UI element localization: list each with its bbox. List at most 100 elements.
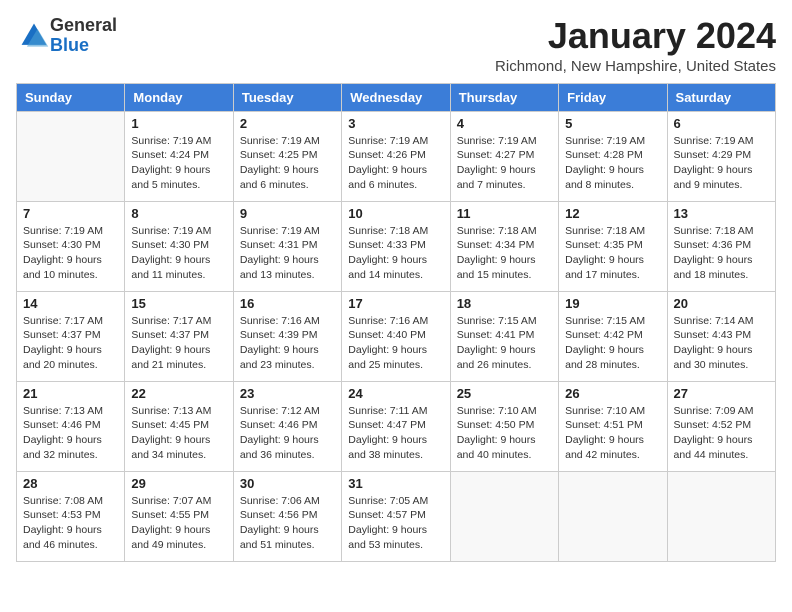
calendar-week-row: 7 Sunrise: 7:19 AMSunset: 4:30 PMDaylight… — [17, 201, 776, 291]
day-number: 11 — [457, 206, 552, 221]
day-info: Sunrise: 7:19 AMSunset: 4:25 PMDaylight:… — [240, 134, 335, 193]
day-info: Sunrise: 7:16 AMSunset: 4:39 PMDaylight:… — [240, 314, 335, 373]
day-number: 18 — [457, 296, 552, 311]
day-info: Sunrise: 7:18 AMSunset: 4:34 PMDaylight:… — [457, 224, 552, 283]
calendar-cell: 11 Sunrise: 7:18 AMSunset: 4:34 PMDayligh… — [450, 201, 558, 291]
day-info: Sunrise: 7:18 AMSunset: 4:35 PMDaylight:… — [565, 224, 660, 283]
calendar-cell: 13 Sunrise: 7:18 AMSunset: 4:36 PMDayligh… — [667, 201, 775, 291]
calendar-cell: 19Sunrise: 7:15 AMSunset: 4:42 PMDayligh… — [559, 291, 667, 381]
day-info: Sunrise: 7:15 AMSunset: 4:42 PMDaylight:… — [565, 314, 660, 373]
calendar-cell: 28 Sunrise: 7:08 AMSunset: 4:53 PMDayligh… — [17, 471, 125, 561]
day-number: 13 — [674, 206, 769, 221]
day-number: 15 — [131, 296, 226, 311]
logo: General Blue — [16, 16, 117, 56]
day-info: Sunrise: 7:13 AMSunset: 4:46 PMDaylight:… — [23, 404, 118, 463]
weekday-header-thursday: Thursday — [450, 83, 558, 111]
calendar-cell: 20Sunrise: 7:14 AMSunset: 4:43 PMDayligh… — [667, 291, 775, 381]
day-info: Sunrise: 7:08 AMSunset: 4:53 PMDaylight:… — [23, 494, 118, 553]
calendar-cell: 10Sunrise: 7:18 AMSunset: 4:33 PMDayligh… — [342, 201, 450, 291]
day-number: 4 — [457, 116, 552, 131]
calendar-cell: 18 Sunrise: 7:15 AMSunset: 4:41 PMDayligh… — [450, 291, 558, 381]
day-info: Sunrise: 7:13 AMSunset: 4:45 PMDaylight:… — [131, 404, 226, 463]
day-number: 10 — [348, 206, 443, 221]
day-info: Sunrise: 7:18 AMSunset: 4:36 PMDaylight:… — [674, 224, 769, 283]
calendar-cell: 29Sunrise: 7:07 AMSunset: 4:55 PMDayligh… — [125, 471, 233, 561]
day-number: 21 — [23, 386, 118, 401]
day-number: 8 — [131, 206, 226, 221]
day-number: 6 — [674, 116, 769, 131]
calendar-week-row: 21 Sunrise: 7:13 AMSunset: 4:46 PMDayligh… — [17, 381, 776, 471]
calendar-cell: 24 Sunrise: 7:11 AMSunset: 4:47 PMDayligh… — [342, 381, 450, 471]
calendar-table: SundayMondayTuesdayWednesdayThursdayFrid… — [16, 83, 776, 562]
day-number: 30 — [240, 476, 335, 491]
day-number: 12 — [565, 206, 660, 221]
day-info: Sunrise: 7:19 AMSunset: 4:27 PMDaylight:… — [457, 134, 552, 193]
day-number: 23 — [240, 386, 335, 401]
day-info: Sunrise: 7:19 AMSunset: 4:30 PMDaylight:… — [23, 224, 118, 283]
calendar-cell — [667, 471, 775, 561]
logo-general-text: General — [50, 15, 117, 35]
calendar-cell: 12 Sunrise: 7:18 AMSunset: 4:35 PMDayligh… — [559, 201, 667, 291]
calendar-cell: 5 Sunrise: 7:19 AMSunset: 4:28 PMDaylight… — [559, 111, 667, 201]
calendar-cell: 31Sunrise: 7:05 AMSunset: 4:57 PMDayligh… — [342, 471, 450, 561]
day-number: 5 — [565, 116, 660, 131]
month-title: January 2024 — [495, 16, 776, 56]
calendar-cell: 8 Sunrise: 7:19 AMSunset: 4:30 PMDaylight… — [125, 201, 233, 291]
day-number: 9 — [240, 206, 335, 221]
calendar-cell: 25 Sunrise: 7:10 AMSunset: 4:50 PMDayligh… — [450, 381, 558, 471]
calendar-week-row: 28 Sunrise: 7:08 AMSunset: 4:53 PMDayligh… — [17, 471, 776, 561]
weekday-header-friday: Friday — [559, 83, 667, 111]
day-info: Sunrise: 7:09 AMSunset: 4:52 PMDaylight:… — [674, 404, 769, 463]
day-number: 28 — [23, 476, 118, 491]
calendar-cell: 15 Sunrise: 7:17 AMSunset: 4:37 PMDayligh… — [125, 291, 233, 381]
day-info: Sunrise: 7:15 AMSunset: 4:41 PMDaylight:… — [457, 314, 552, 373]
weekday-header-sunday: Sunday — [17, 83, 125, 111]
calendar-cell: 30 Sunrise: 7:06 AMSunset: 4:56 PMDayligh… — [233, 471, 341, 561]
calendar-cell: 21 Sunrise: 7:13 AMSunset: 4:46 PMDayligh… — [17, 381, 125, 471]
location-text: Richmond, New Hampshire, United States — [495, 58, 776, 75]
day-number: 31 — [348, 476, 443, 491]
day-info: Sunrise: 7:10 AMSunset: 4:51 PMDaylight:… — [565, 404, 660, 463]
day-number: 22 — [131, 386, 226, 401]
day-number: 29 — [131, 476, 226, 491]
calendar-cell: 9 Sunrise: 7:19 AMSunset: 4:31 PMDaylight… — [233, 201, 341, 291]
day-info: Sunrise: 7:19 AMSunset: 4:26 PMDaylight:… — [348, 134, 443, 193]
calendar-cell: 1Sunrise: 7:19 AMSunset: 4:24 PMDaylight… — [125, 111, 233, 201]
calendar-cell: 17Sunrise: 7:16 AMSunset: 4:40 PMDayligh… — [342, 291, 450, 381]
calendar-cell: 14 Sunrise: 7:17 AMSunset: 4:37 PMDayligh… — [17, 291, 125, 381]
weekday-header-monday: Monday — [125, 83, 233, 111]
calendar-cell — [559, 471, 667, 561]
logo-blue-text: Blue — [50, 35, 89, 55]
calendar-cell: 2Sunrise: 7:19 AMSunset: 4:25 PMDaylight… — [233, 111, 341, 201]
calendar-cell: 23Sunrise: 7:12 AMSunset: 4:46 PMDayligh… — [233, 381, 341, 471]
day-number: 14 — [23, 296, 118, 311]
day-number: 3 — [348, 116, 443, 131]
day-number: 24 — [348, 386, 443, 401]
day-info: Sunrise: 7:19 AMSunset: 4:28 PMDaylight:… — [565, 134, 660, 193]
day-info: Sunrise: 7:06 AMSunset: 4:56 PMDaylight:… — [240, 494, 335, 553]
calendar-cell: 6Sunrise: 7:19 AMSunset: 4:29 PMDaylight… — [667, 111, 775, 201]
day-info: Sunrise: 7:10 AMSunset: 4:50 PMDaylight:… — [457, 404, 552, 463]
logo-icon — [18, 20, 50, 52]
day-number: 27 — [674, 386, 769, 401]
day-number: 25 — [457, 386, 552, 401]
day-info: Sunrise: 7:11 AMSunset: 4:47 PMDaylight:… — [348, 404, 443, 463]
calendar-cell: 3 Sunrise: 7:19 AMSunset: 4:26 PMDaylight… — [342, 111, 450, 201]
day-number: 26 — [565, 386, 660, 401]
weekday-header-row: SundayMondayTuesdayWednesdayThursdayFrid… — [17, 83, 776, 111]
page-header: General Blue January 2024 Richmond, New … — [16, 16, 776, 75]
day-info: Sunrise: 7:19 AMSunset: 4:30 PMDaylight:… — [131, 224, 226, 283]
calendar-cell — [17, 111, 125, 201]
day-number: 7 — [23, 206, 118, 221]
calendar-cell: 7 Sunrise: 7:19 AMSunset: 4:30 PMDaylight… — [17, 201, 125, 291]
weekday-header-wednesday: Wednesday — [342, 83, 450, 111]
title-block: January 2024 Richmond, New Hampshire, Un… — [495, 16, 776, 75]
day-number: 17 — [348, 296, 443, 311]
calendar-cell: 16Sunrise: 7:16 AMSunset: 4:39 PMDayligh… — [233, 291, 341, 381]
weekday-header-saturday: Saturday — [667, 83, 775, 111]
calendar-cell — [450, 471, 558, 561]
day-info: Sunrise: 7:19 AMSunset: 4:31 PMDaylight:… — [240, 224, 335, 283]
day-info: Sunrise: 7:17 AMSunset: 4:37 PMDaylight:… — [131, 314, 226, 373]
day-info: Sunrise: 7:17 AMSunset: 4:37 PMDaylight:… — [23, 314, 118, 373]
day-number: 1 — [131, 116, 226, 131]
